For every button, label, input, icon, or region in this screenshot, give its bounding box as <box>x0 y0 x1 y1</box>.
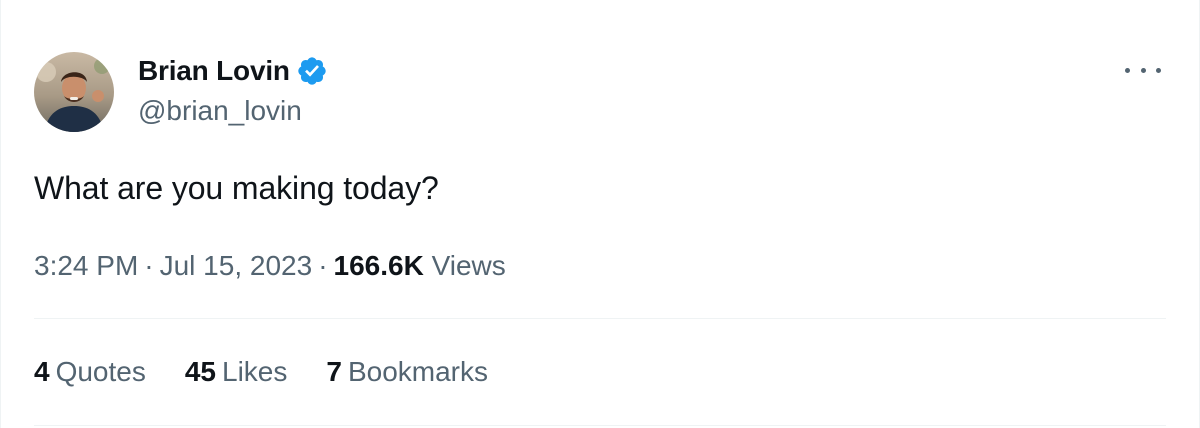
views-label: Views <box>431 250 506 281</box>
views-count: 166.6K <box>333 250 424 281</box>
more-horizontal-icon <box>1125 67 1130 73</box>
avatar[interactable] <box>34 52 114 132</box>
divider <box>34 425 1166 426</box>
bookmarks-label: Bookmarks <box>347 356 489 387</box>
tweet-date[interactable]: Jul 15, 2023 <box>160 250 313 281</box>
meta-separator: · <box>318 250 328 281</box>
tweet-meta: 3:24 PM · Jul 15, 2023 · 166.6K Views <box>34 250 506 282</box>
meta-separator: · <box>144 250 154 281</box>
quotes-stat[interactable]: 4 Quotes <box>34 356 146 388</box>
more-horizontal-icon <box>1156 67 1161 73</box>
bookmarks-stat[interactable]: 7 Bookmarks <box>326 356 488 388</box>
bookmarks-count: 7 <box>326 356 342 387</box>
more-options-button[interactable] <box>1125 58 1161 82</box>
quotes-count: 4 <box>34 356 50 387</box>
tweet-time[interactable]: 3:24 PM <box>34 250 138 281</box>
divider <box>34 318 1166 319</box>
quotes-label: Quotes <box>55 356 146 387</box>
author-handle[interactable]: @brian_lovin <box>138 95 302 127</box>
tweet-text: What are you making today? <box>34 170 439 206</box>
author-name-row[interactable]: Brian Lovin <box>138 54 328 88</box>
likes-stat[interactable]: 45 Likes <box>185 356 288 388</box>
tweet-card: Brian Lovin @brian_lovin What are you ma… <box>0 0 1200 428</box>
verified-badge-icon[interactable] <box>296 55 328 87</box>
engagement-stats: 4 Quotes 45 Likes 7 Bookmarks <box>34 356 527 388</box>
likes-count: 45 <box>184 356 217 387</box>
author-display-name[interactable]: Brian Lovin <box>138 55 290 87</box>
more-horizontal-icon <box>1140 67 1146 73</box>
likes-label: Likes <box>222 356 288 387</box>
